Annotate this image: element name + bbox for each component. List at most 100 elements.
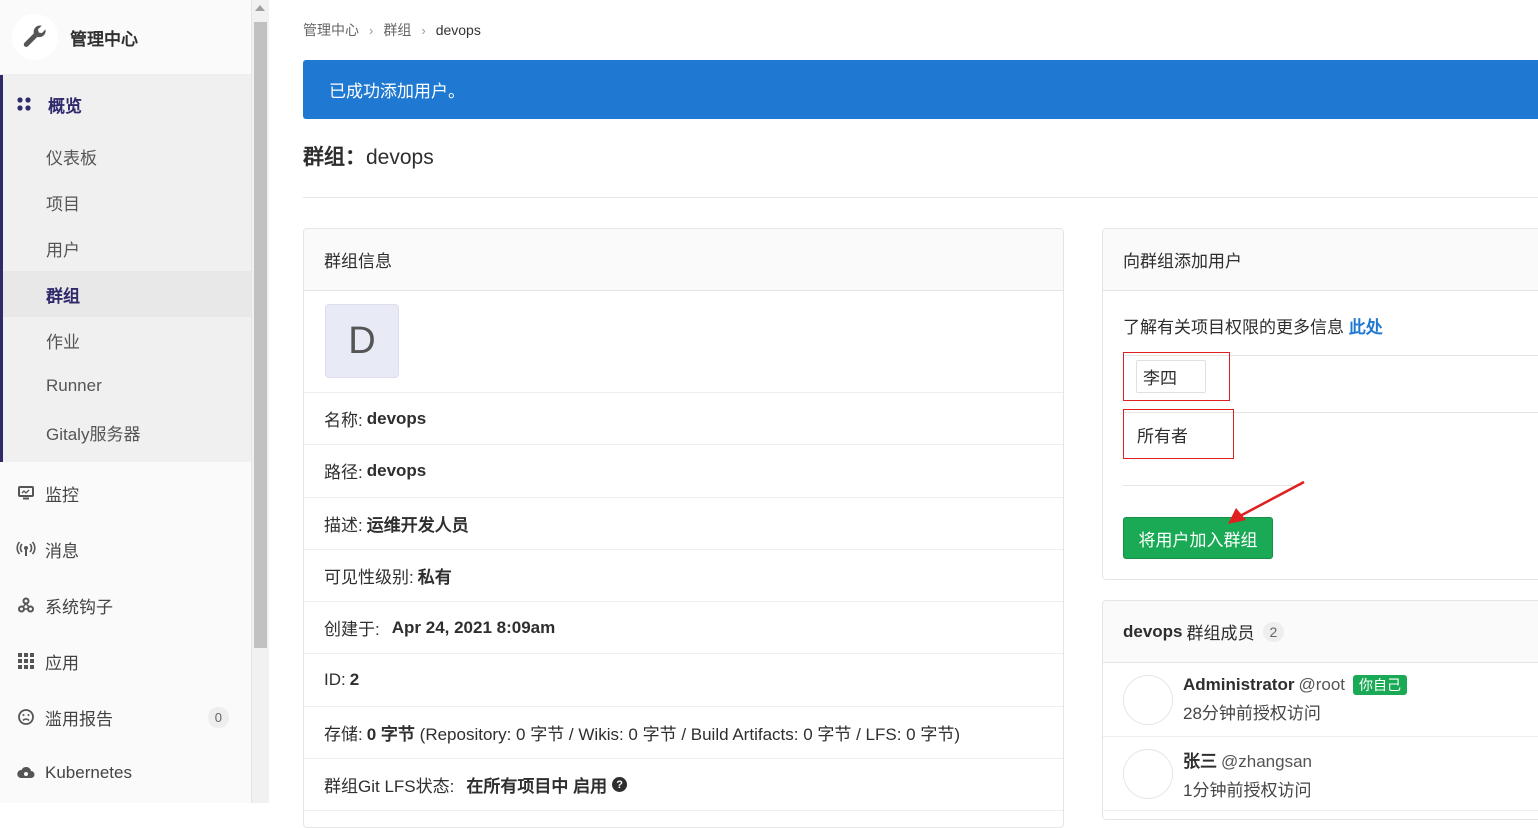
group-info-header: 群组信息 [304, 229, 1063, 291]
member-name-line: Administrator @root 你自己 [1183, 675, 1408, 695]
field-value: 0 字节 [366, 724, 415, 744]
add-users-to-group-button[interactable]: 将用户加入群组 [1123, 517, 1273, 559]
member-name[interactable]: Administrator [1183, 675, 1294, 694]
field-label: 路径: [324, 463, 363, 483]
page-title-group-name: devops [366, 146, 434, 169]
sidebar-item-runners[interactable]: Runner [3, 363, 251, 409]
group-name-row: 名称: devops [304, 393, 1063, 446]
avatar[interactable] [1123, 748, 1173, 799]
add-user-header: 向群组添加用户 [1103, 229, 1538, 291]
permission-text: 了解有关项目权限的更多信息 [1123, 318, 1344, 337]
divider [1123, 485, 1303, 486]
field-value: 2 [349, 670, 360, 690]
member-info: Administrator @root 你自己 28分钟前授权访问 [1183, 675, 1408, 724]
members-count-badge: 2 [1262, 621, 1285, 642]
user-select[interactable]: 李四 [1123, 352, 1230, 401]
sidebar-item-groups[interactable]: 群组 [3, 271, 251, 317]
sidebar-item-jobs[interactable]: 作业 [3, 317, 251, 363]
storage-detail: (Repository: 0 字节 / Wikis: 0 字节 / Build … [419, 724, 961, 744]
member-access-time: 28分钟前授权访问 [1183, 704, 1321, 723]
overview-grid-icon [16, 96, 36, 112]
chevron-right-icon: › [421, 22, 426, 38]
permission-info: 了解有关项目权限的更多信息 此处 [1123, 313, 1531, 338]
abuse-report-count-badge: 0 [207, 706, 229, 728]
group-storage-row: 存储: 0 字节 (Repository: 0 字节 / Wikis: 0 字节 … [304, 707, 1063, 760]
breadcrumb-admin-link[interactable]: 管理中心 [303, 20, 359, 40]
page-title-prefix: 群组： [303, 146, 366, 169]
sidebar-title: 管理中心 [70, 29, 138, 49]
breadcrumb-current[interactable]: devops [436, 22, 481, 38]
sidebar-item-monitoring[interactable]: 监控 [0, 465, 251, 521]
group-lfs-row: 群组Git LFS状态: 在所有项目中 启用 ? [304, 759, 1063, 812]
sidebar-item-gitaly-servers[interactable]: Gitaly服务器 [3, 409, 251, 455]
page-title: 群组：devops [303, 141, 434, 171]
field-value: 私有 [417, 568, 452, 588]
field-label: ID: [324, 670, 346, 690]
it-is-you-badge: 你自己 [1353, 675, 1408, 695]
add-user-card: 向群组添加用户 了解有关项目权限的更多信息 此处 李四 所有者 将用户加入群组 [1102, 228, 1538, 580]
sidebar-item-users[interactable]: 用户 [3, 225, 251, 271]
chevron-right-icon: › [369, 22, 374, 38]
members-group-name: devops [1123, 621, 1183, 641]
sidebar-item-label: 概览 [48, 96, 82, 116]
sidebar-item-label: Kubernetes [45, 763, 132, 782]
member-name-line: 张三 @zhangsan [1183, 747, 1312, 772]
group-info-card: 群组信息 D 名称: devops 路径: devops 描述: 运维开发人员 可见性… [303, 228, 1064, 828]
sidebar-scrollbar[interactable] [252, 0, 269, 803]
alert-message: 已成功添加用户。 [329, 82, 465, 101]
members-title: 群组成员 [1186, 624, 1255, 643]
access-level-select[interactable]: 所有者 [1123, 409, 1234, 459]
sidebar-item-overview[interactable]: 概览 [3, 75, 251, 133]
divider [303, 197, 1538, 198]
sidebar-item-kubernetes[interactable]: Kubernetes [0, 745, 251, 801]
avatar[interactable] [1123, 674, 1173, 725]
member-name[interactable]: 张三 [1183, 752, 1217, 771]
group-path-row: 路径: devops [304, 445, 1063, 498]
group-id-row: ID: 2 [304, 654, 1063, 707]
sidebar-item-label: 系统钩子 [45, 597, 113, 617]
wrench-icon [12, 14, 58, 60]
monitor-icon [16, 485, 36, 501]
add-user-form: 了解有关项目权限的更多信息 此处 [1103, 313, 1538, 338]
group-description-row: 描述: 运维开发人员 [304, 498, 1063, 550]
question-circle-icon[interactable]: ? [612, 777, 628, 793]
member-info: 张三 @zhangsan 1分钟前授权访问 [1183, 747, 1312, 801]
scroll-up-arrow-icon[interactable] [255, 5, 265, 11]
sidebar-overview-section: 概览 仪表板 项目 用户 群组 作业 Runner Gitaly服务器 [0, 75, 251, 462]
member-row: 张三 @zhangsan 1分钟前授权访问 [1103, 737, 1538, 811]
breadcrumb-groups-link[interactable]: 群组 [383, 20, 411, 40]
sidebar-item-messages[interactable]: 消息 [0, 521, 251, 577]
field-value: devops [366, 408, 427, 428]
sidebar-item-label: 消息 [45, 541, 79, 561]
field-label: 群组Git LFS状态: [324, 777, 455, 797]
success-alert: 已成功添加用户。 [303, 60, 1538, 119]
sidebar-item-dashboard[interactable]: 仪表板 [3, 133, 251, 179]
group-avatar-row: D [304, 291, 1063, 393]
field-label: 存储: [324, 724, 363, 744]
sidebar-header[interactable]: 管理中心 [0, 0, 251, 75]
field-value: 在所有项目中 启用 [466, 777, 608, 797]
sidebar-item-system-hooks[interactable]: 系统钩子 [0, 577, 251, 633]
hook-icon [16, 597, 36, 613]
apps-grid-icon [16, 653, 36, 669]
sidebar-item-label: 监控 [45, 485, 79, 505]
field-label: 名称: [324, 411, 363, 431]
cloud-gear-icon [16, 765, 36, 781]
sidebar-item-label: 滥用报告 [45, 709, 113, 729]
member-handle: @zhangsan [1221, 751, 1312, 771]
field-label: 描述: [324, 515, 363, 535]
sidebar-item-label: 应用 [45, 653, 79, 673]
field-value: devops [366, 460, 427, 480]
group-created-row: 创建于: Apr 24, 2021 8:09am [304, 602, 1063, 655]
field-label: 创建于: [324, 620, 380, 640]
frown-icon [16, 709, 36, 725]
selected-user-token[interactable]: 李四 [1136, 360, 1206, 393]
sidebar-item-projects[interactable]: 项目 [3, 179, 251, 225]
member-handle: @root [1298, 675, 1346, 694]
sidebar-item-applications[interactable]: 应用 [0, 633, 251, 689]
field-value: Apr 24, 2021 8:09am [391, 617, 556, 637]
sidebar-item-abuse-reports[interactable]: 滥用报告 0 [0, 689, 251, 745]
permission-help-link[interactable]: 此处 [1349, 318, 1383, 337]
field-label: 可见性级别: [324, 568, 414, 588]
scrollbar-thumb[interactable] [254, 22, 267, 648]
